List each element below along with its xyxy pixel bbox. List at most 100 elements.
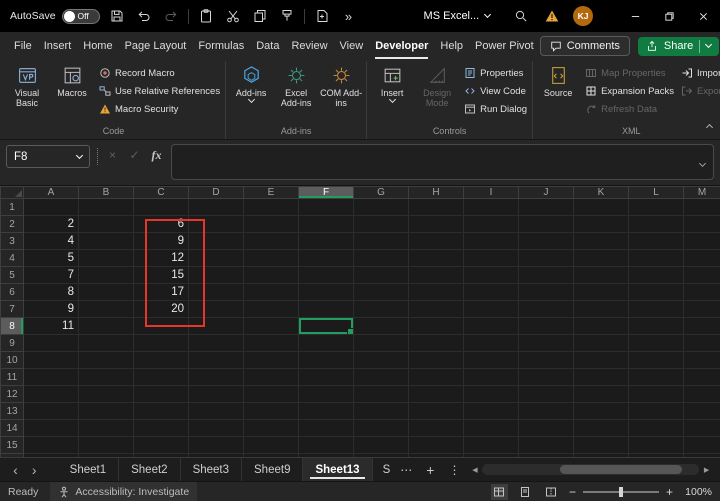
cell-J14[interactable] [519,420,574,437]
sheet-tab-sheet9[interactable]: Sheet9 [242,458,303,481]
cell-B10[interactable] [79,352,134,369]
menu-tab-review[interactable]: Review [285,32,333,60]
cell-M15[interactable] [684,437,720,454]
zoom-out-button[interactable]: − [569,485,576,499]
cell-G3[interactable] [354,233,409,250]
cell-B3[interactable] [79,233,134,250]
cell-C4[interactable]: 12 [134,250,189,267]
collapse-ribbon-button[interactable] [707,117,712,135]
sheet-tab-sheet3[interactable]: Sheet3 [181,458,242,481]
cell-I9[interactable] [464,335,519,352]
cell-A8[interactable]: 11 [24,318,79,335]
cell-J11[interactable] [519,369,574,386]
cell-L1[interactable] [629,199,684,216]
scroll-right-arrow[interactable]: ▶ [699,466,714,474]
column-header-D[interactable]: D [189,187,244,199]
cell-F12[interactable] [299,386,354,403]
insert-function-icon[interactable]: fx [149,148,164,163]
cell-L12[interactable] [629,386,684,403]
cell-B5[interactable] [79,267,134,284]
cell-F15[interactable] [299,437,354,454]
column-header-B[interactable]: B [79,187,134,199]
cell-J6[interactable] [519,284,574,301]
cell-D11[interactable] [189,369,244,386]
insert-controls-button[interactable]: Insert [370,61,414,125]
cell-C3[interactable]: 9 [134,233,189,250]
cell-B14[interactable] [79,420,134,437]
cell-L16[interactable] [629,454,684,458]
sheet-nav-right-button[interactable]: › [25,463,44,477]
cell-E10[interactable] [244,352,299,369]
cell-J13[interactable] [519,403,574,420]
export-button[interactable]: Export [681,85,720,97]
cell-A7[interactable]: 9 [24,301,79,318]
cell-E4[interactable] [244,250,299,267]
cell-E6[interactable] [244,284,299,301]
cell-J4[interactable] [519,250,574,267]
cell-I11[interactable] [464,369,519,386]
cell-F6[interactable] [299,284,354,301]
menu-tab-formulas[interactable]: Formulas [192,32,250,60]
cell-E9[interactable] [244,335,299,352]
cell-E2[interactable] [244,216,299,233]
save-button[interactable] [107,6,127,26]
cell-L2[interactable] [629,216,684,233]
cell-H12[interactable] [409,386,464,403]
menu-tab-file[interactable]: File [8,32,38,60]
cell-K5[interactable] [574,267,629,284]
cell-M11[interactable] [684,369,720,386]
cell-B9[interactable] [79,335,134,352]
titlebar-overflow-button[interactable]: » [339,6,359,26]
cell-L4[interactable] [629,250,684,267]
cell-L8[interactable] [629,318,684,335]
cell-G12[interactable] [354,386,409,403]
sheet-menu-handle[interactable]: ⋮ [441,463,467,477]
sheet-tab-sheet1[interactable]: Sheet1 [58,458,119,481]
cell-A5[interactable]: 7 [24,267,79,284]
row-header-10[interactable]: 10 [1,352,24,369]
cell-A1[interactable] [24,199,79,216]
cell-K7[interactable] [574,301,629,318]
formula-bar-resize-handle[interactable] [97,148,98,165]
run-dialog-button[interactable]: Run Dialog [464,103,527,115]
cell-I14[interactable] [464,420,519,437]
zoom-slider-thumb[interactable] [619,487,623,497]
cell-L13[interactable] [629,403,684,420]
row-header-8[interactable]: 8 [1,318,24,335]
cell-M16[interactable] [684,454,720,458]
cell-E15[interactable] [244,437,299,454]
row-header-7[interactable]: 7 [1,301,24,318]
properties-button[interactable]: Properties [464,67,527,79]
macros-button[interactable]: Macros [50,61,94,125]
accessibility-status-button[interactable]: Accessibility: Investigate [50,482,197,501]
zoom-percentage[interactable]: 100% [682,486,712,498]
cell-J8[interactable] [519,318,574,335]
enter-icon[interactable]: ✓ [127,148,142,162]
cell-J5[interactable] [519,267,574,284]
scrollbar-track[interactable] [482,464,699,475]
cell-H11[interactable] [409,369,464,386]
cell-J16[interactable] [519,454,574,458]
column-header-H[interactable]: H [409,187,464,199]
column-header-A[interactable]: A [24,187,79,199]
cell-M2[interactable] [684,216,720,233]
cell-I12[interactable] [464,386,519,403]
cell-D3[interactable] [189,233,244,250]
cell-D10[interactable] [189,352,244,369]
cell-F13[interactable] [299,403,354,420]
sheet-ellipsis-button[interactable]: ⋯ [393,463,419,477]
record-macro-button[interactable]: Record Macro [99,67,220,79]
autosave-toggle[interactable]: Off [62,9,100,24]
cell-G9[interactable] [354,335,409,352]
cell-I10[interactable] [464,352,519,369]
sheet-tab-sheet13[interactable]: Sheet13 [303,458,372,481]
cell-D6[interactable] [189,284,244,301]
cell-K2[interactable] [574,216,629,233]
scroll-left-arrow[interactable]: ◀ [467,466,482,474]
menu-tab-page-layout[interactable]: Page Layout [119,32,193,60]
cell-H4[interactable] [409,250,464,267]
cell-D2[interactable] [189,216,244,233]
cell-E13[interactable] [244,403,299,420]
sheet-tab-sheet2[interactable]: Sheet2 [119,458,180,481]
comments-button[interactable]: Comments [540,36,630,56]
